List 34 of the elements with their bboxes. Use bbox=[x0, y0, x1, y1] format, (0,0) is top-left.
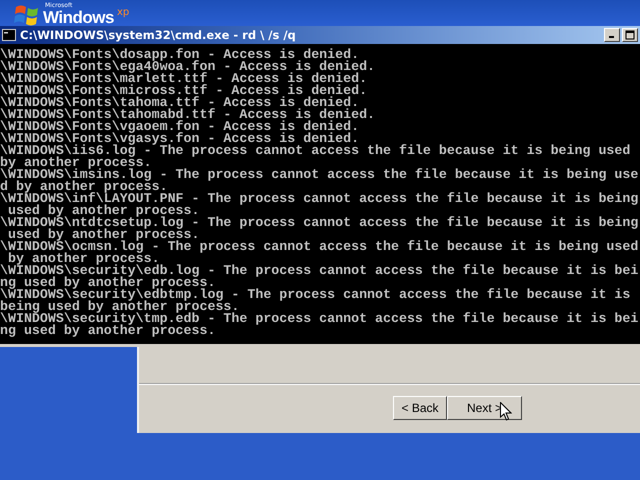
console-line: \WINDOWS\Fonts\ega40woa.fon - Access is denied. bbox=[0, 61, 376, 73]
logo-edition: xp bbox=[116, 7, 130, 18]
console-line: \WINDOWS\security\edbtmp.log - The process cannot access the file because it is bbox=[0, 289, 632, 301]
console-line: \WINDOWS\ntdtcsetup.log - The process cannot access the file because it is being bbox=[0, 217, 640, 229]
logo-product: Windows bbox=[43, 9, 114, 26]
console-line: \WINDOWS\Fonts\micross.ttf - Access is denied. bbox=[0, 85, 368, 97]
mouse-pointer-icon bbox=[500, 402, 512, 421]
console-line: \WINDOWS\imsins.log - The process cannot access the file because it is being use bbox=[0, 169, 640, 181]
maximize-icon bbox=[625, 30, 635, 40]
console-line: being used by another process. bbox=[0, 301, 240, 313]
window-title: C:\WINDOWS\system32\cmd.exe - rd \ /s /q bbox=[20, 28, 296, 42]
console-line: \WINDOWS\ocmsn.log - The process cannot access the file because it is being used bbox=[0, 241, 640, 253]
console-line: \WINDOWS\Fonts\dosapp.fon - Access is denied. bbox=[0, 49, 360, 61]
console-line: ng used by another process. bbox=[0, 325, 216, 337]
minimize-button[interactable] bbox=[604, 28, 620, 42]
maximize-button[interactable] bbox=[622, 28, 638, 42]
console-line: by another process. bbox=[8, 253, 160, 265]
windows-flag-icon bbox=[14, 4, 40, 26]
console-line: used by another process. bbox=[8, 205, 200, 217]
back-button[interactable]: < Back bbox=[393, 396, 447, 420]
console-line: ng used by another process. bbox=[0, 277, 216, 289]
console-line: \WINDOWS\Fonts\vgasys.fon - Access is denied. bbox=[0, 133, 360, 145]
console-line: by another process. bbox=[0, 157, 153, 169]
console-line: \WINDOWS\security\edb.log - The process cannot access the file because it is bei bbox=[0, 265, 640, 277]
console-line: d by another process. bbox=[0, 181, 168, 193]
console-line: \WINDOWS\Fonts\tahomabd.ttf - Access is denied. bbox=[0, 109, 376, 121]
console-line: \WINDOWS\Fonts\tahoma.ttf - Access is denied. bbox=[0, 97, 360, 109]
console-line: \WINDOWS\iis6.log - The process cannot access the file because it is being used bbox=[0, 145, 632, 157]
console-line: \WINDOWS\Fonts\vgaoem.fon - Access is denied. bbox=[0, 121, 360, 133]
console-line: \WINDOWS\inf\LAYOUT.PNF - The process cannot access the file because it is being bbox=[0, 193, 640, 205]
console-line: \WINDOWS\Fonts\marlett.ttf - Access is denied. bbox=[0, 73, 368, 85]
console-line: used by another process. bbox=[8, 229, 200, 241]
console-icon bbox=[2, 29, 16, 41]
console-line: \WINDOWS\security\tmp.edb - The process cannot access the file because it is bei bbox=[0, 313, 640, 325]
